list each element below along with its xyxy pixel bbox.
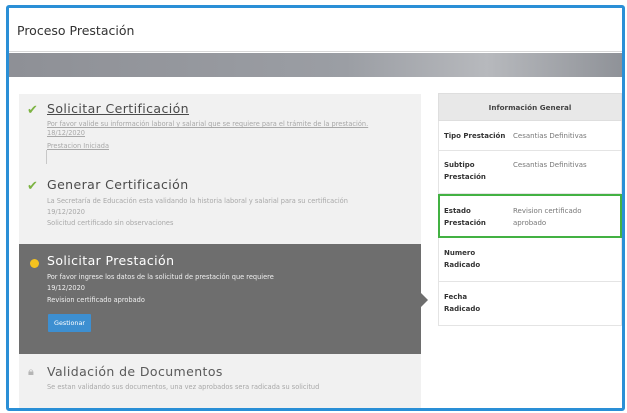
step-description: Se estan validando sus documentos, una v… — [47, 383, 320, 391]
step-solicitar-prestacion: Solicitar Prestación Por favor ingrese l… — [19, 244, 421, 354]
check-icon: ✔ — [27, 179, 38, 194]
step-date: 18/12/2020 — [47, 129, 86, 137]
info-row-fecha-radicado: Fecha Radicado — [438, 282, 622, 326]
step-date: 19/12/2020 — [47, 208, 86, 216]
active-step-pointer — [421, 293, 428, 307]
info-panel-header: Información General — [438, 93, 622, 121]
check-icon: ✔ — [27, 103, 38, 118]
timeline-connector — [46, 150, 47, 164]
step-description: Por favor ingrese los datos de la solici… — [47, 273, 274, 281]
step-title: Validación de Documentos — [47, 364, 223, 379]
info-value: Cesantias Definitivas — [513, 132, 587, 140]
step-status: Solicitud certificado sin observaciones — [47, 219, 174, 227]
info-label: Estado Prestación — [444, 207, 486, 227]
info-panel: Información General Tipo Prestación Cesa… — [438, 93, 622, 326]
step-date: 19/12/2020 — [47, 284, 86, 292]
title-bar: Proceso Prestación — [9, 8, 622, 52]
step-description: Por favor valide su información laboral … — [47, 120, 369, 128]
dot-icon — [30, 259, 39, 268]
info-label: Subtipo Prestación — [444, 161, 486, 181]
gestionar-button[interactable]: Gestionar — [48, 314, 91, 332]
step-title: Generar Certificación — [47, 177, 189, 192]
info-label: Numero Radicado — [444, 249, 481, 269]
info-row-subtipo-prestacion: Subtipo Prestación Cesantias Definitivas — [438, 151, 622, 194]
process-steps: ✔ Solicitar Certificación Por favor vali… — [19, 94, 421, 408]
info-row-estado-prestacion: Estado Prestación Revision certificado a… — [438, 194, 622, 238]
info-value: Revision certificado aprobado — [513, 207, 582, 227]
info-value: Cesantias Definitivas — [513, 161, 587, 169]
step-status: Prestacion Iniciada — [47, 142, 109, 150]
header-banner — [9, 53, 622, 77]
lock-icon: 🔒︎ — [28, 365, 34, 378]
info-label: Tipo Prestación — [444, 132, 506, 140]
info-label: Fecha Radicado — [444, 293, 481, 313]
main-content: ✔ Solicitar Certificación Por favor vali… — [9, 77, 622, 408]
step-generar-certificacion: ✔ Generar Certificación La Secretaría de… — [19, 170, 421, 242]
step-validacion-documentos: 🔒︎ Validación de Documentos Se estan val… — [19, 354, 421, 408]
step-description: La Secretaría de Educación esta validand… — [47, 197, 348, 205]
step-solicitar-certificacion: ✔ Solicitar Certificación Por favor vali… — [19, 94, 421, 170]
info-row-tipo-prestacion: Tipo Prestación Cesantias Definitivas — [438, 121, 622, 151]
step-title-link[interactable]: Solicitar Certificación — [47, 101, 189, 116]
step-title: Solicitar Prestación — [47, 253, 175, 268]
page-title: Proceso Prestación — [17, 23, 135, 38]
info-row-numero-radicado: Numero Radicado — [438, 238, 622, 282]
step-status: Revision certificado aprobado — [47, 296, 145, 304]
app-window: Proceso Prestación ✔ Solicitar Certifica… — [6, 5, 625, 411]
